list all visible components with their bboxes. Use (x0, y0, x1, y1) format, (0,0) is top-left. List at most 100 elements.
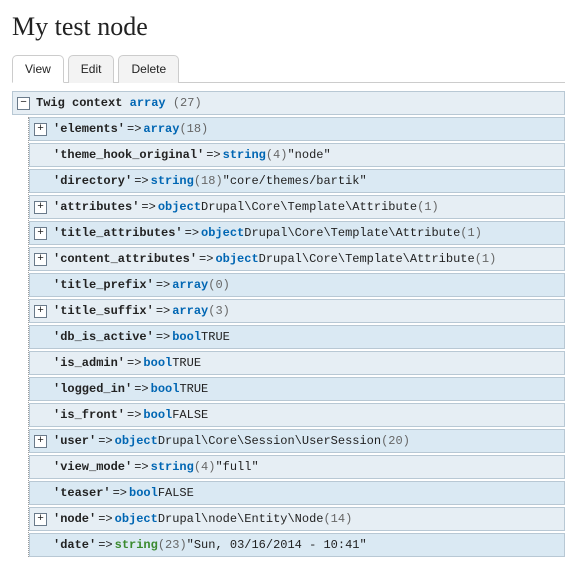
var-key: 'title_suffix' (53, 304, 154, 318)
type-label: bool (143, 408, 172, 422)
arrow: => (125, 356, 143, 370)
type-label: array (172, 278, 208, 292)
expand-spacer (34, 383, 47, 396)
expand-spacer (34, 279, 47, 292)
var-row: 'title_prefix' => array (0) (29, 273, 565, 297)
tab-edit[interactable]: Edit (68, 55, 115, 83)
var-row: +'node' => object Drupal\node\Entity\Nod… (29, 507, 565, 531)
arrow: => (154, 304, 172, 318)
expand-icon[interactable]: + (34, 305, 47, 318)
var-row: 'is_front' => bool FALSE (29, 403, 565, 427)
root-count: (27) (173, 96, 202, 110)
type-label: object (115, 512, 158, 526)
arrow: => (183, 226, 201, 240)
value-label: "full" (215, 460, 258, 474)
value-label: TRUE (172, 356, 201, 370)
count-label: (20) (381, 434, 410, 448)
expand-icon[interactable]: + (34, 253, 47, 266)
class-label: Drupal\node\Entity\Node (158, 512, 324, 526)
expand-icon[interactable]: + (34, 123, 47, 136)
count-label: (14) (323, 512, 352, 526)
arrow: => (96, 538, 114, 552)
type-label: object (215, 252, 258, 266)
class-label: Drupal\Core\Template\Attribute (244, 226, 460, 240)
expand-icon[interactable]: + (34, 201, 47, 214)
type-label: object (115, 434, 158, 448)
type-label: bool (151, 382, 180, 396)
value-label: TRUE (201, 330, 230, 344)
rows-container: +'elements' => array (18)'theme_hook_ori… (28, 117, 565, 557)
tab-delete[interactable]: Delete (118, 55, 179, 83)
var-row: 'db_is_active' => bool TRUE (29, 325, 565, 349)
count-label: (1) (417, 200, 439, 214)
type-label: string (151, 174, 194, 188)
type-label: bool (143, 356, 172, 370)
expand-spacer (34, 539, 47, 552)
count-label: (23) (158, 538, 187, 552)
count-label: (18) (194, 174, 223, 188)
arrow: => (111, 486, 129, 500)
type-label: array (143, 122, 179, 136)
var-key: 'is_admin' (53, 356, 125, 370)
expand-spacer (34, 149, 47, 162)
var-key: 'user' (53, 434, 96, 448)
var-row: +'attributes' => object Drupal\Core\Temp… (29, 195, 565, 219)
expand-spacer (34, 331, 47, 344)
count-label: (4) (194, 460, 216, 474)
type-label: bool (172, 330, 201, 344)
arrow: => (197, 252, 215, 266)
expand-spacer (34, 409, 47, 422)
tabs: View Edit Delete (12, 54, 565, 83)
var-row: +'title_suffix' => array (3) (29, 299, 565, 323)
var-row: 'teaser' => bool FALSE (29, 481, 565, 505)
value-label: "core/themes/bartik" (223, 174, 367, 188)
arrow: => (125, 408, 143, 422)
arrow: => (132, 382, 150, 396)
var-row: 'view_mode' => string (4) "full" (29, 455, 565, 479)
type-label: bool (129, 486, 158, 500)
var-row: +'user' => object Drupal\Core\Session\Us… (29, 429, 565, 453)
value-label: "Sun, 03/16/2014 - 10:41" (187, 538, 367, 552)
value-label: "node" (287, 148, 330, 162)
expand-icon[interactable]: + (34, 227, 47, 240)
dump-tree: − Twig context array (27) +'elements' =>… (12, 91, 565, 557)
type-label: string (223, 148, 266, 162)
var-key: 'view_mode' (53, 460, 132, 474)
expand-spacer (34, 487, 47, 500)
page-title: My test node (12, 12, 565, 42)
var-key: 'title_prefix' (53, 278, 154, 292)
count-label: (18) (179, 122, 208, 136)
var-key: 'logged_in' (53, 382, 132, 396)
expand-icon[interactable]: + (34, 435, 47, 448)
var-row: 'date' => string (23) "Sun, 03/16/2014 -… (29, 533, 565, 557)
class-label: Drupal\Core\Template\Attribute (201, 200, 417, 214)
var-row: 'directory' => string (18) "core/themes/… (29, 169, 565, 193)
arrow: => (132, 460, 150, 474)
collapse-icon[interactable]: − (17, 97, 30, 110)
tab-view[interactable]: View (12, 55, 64, 83)
root-label: Twig context (36, 96, 122, 110)
var-key: 'teaser' (53, 486, 111, 500)
value-label: FALSE (158, 486, 194, 500)
type-label: string (115, 538, 158, 552)
var-key: 'title_attributes' (53, 226, 183, 240)
arrow: => (125, 122, 143, 136)
var-key: 'directory' (53, 174, 132, 188)
arrow: => (154, 330, 172, 344)
var-row: +'content_attributes' => object Drupal\C… (29, 247, 565, 271)
var-key: 'date' (53, 538, 96, 552)
arrow: => (132, 174, 150, 188)
expand-spacer (34, 175, 47, 188)
type-label: object (158, 200, 201, 214)
count-label: (0) (208, 278, 230, 292)
var-key: 'node' (53, 512, 96, 526)
count-label: (3) (208, 304, 230, 318)
var-key: 'theme_hook_original' (53, 148, 204, 162)
expand-icon[interactable]: + (34, 513, 47, 526)
value-label: FALSE (172, 408, 208, 422)
arrow: => (139, 200, 157, 214)
arrow: => (204, 148, 222, 162)
expand-spacer (34, 461, 47, 474)
var-key: 'db_is_active' (53, 330, 154, 344)
root-row: − Twig context array (27) (12, 91, 565, 115)
